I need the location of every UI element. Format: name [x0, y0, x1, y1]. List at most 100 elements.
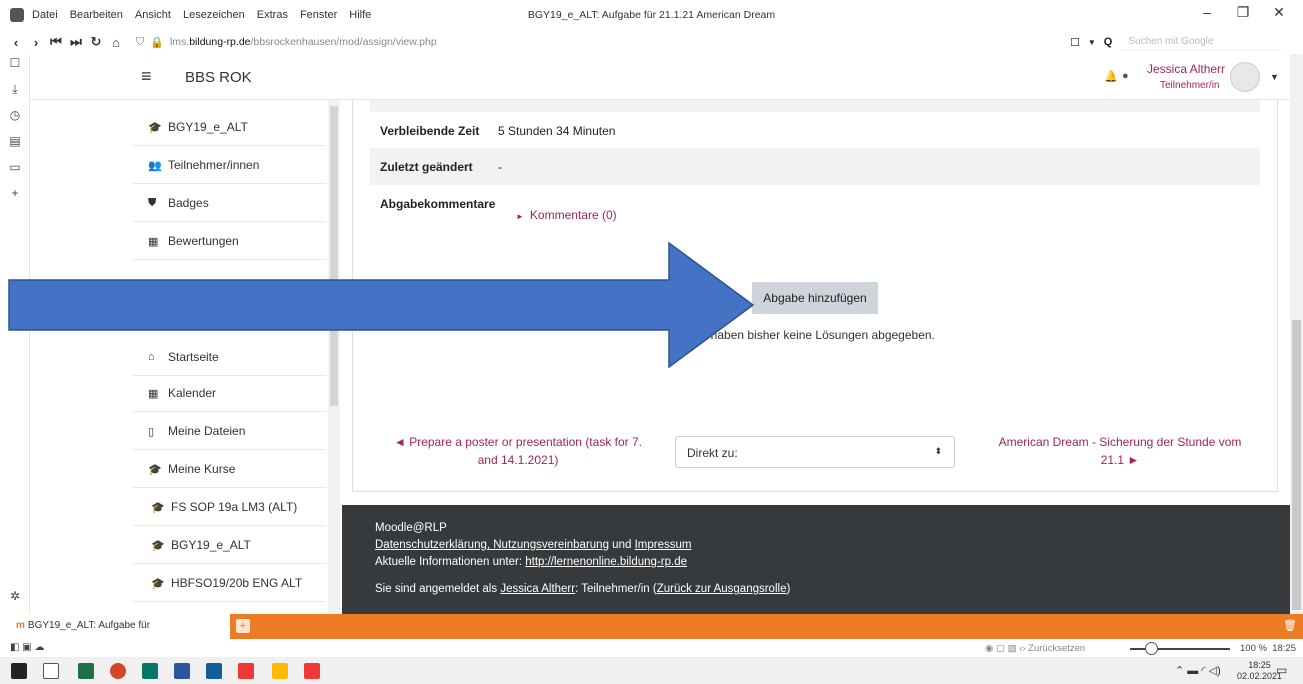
menu-extras[interactable]: Extras: [257, 9, 288, 21]
select-arrows-icon: ⬍: [934, 446, 942, 456]
excel-icon[interactable]: [78, 663, 94, 679]
notification-icon[interactable]: ▭: [1276, 663, 1287, 677]
next-activity-link[interactable]: American Dream - Sicherung der Stunde vo…: [980, 433, 1260, 469]
minimize-icon[interactable]: –: [1189, 4, 1225, 21]
tiling-icon[interactable]: ▢: [996, 643, 1005, 654]
comments-link[interactable]: ► Kommentare (0): [516, 208, 617, 222]
sidebar-item-label: Teilnehmer/innen: [168, 158, 260, 172]
zoom-slider-knob[interactable]: [1145, 642, 1158, 655]
mail-icon[interactable]: [206, 663, 222, 679]
url-path: /bbsrockenhausen/mod/assign/view.php: [250, 36, 437, 48]
prev-activity-link[interactable]: ◄ Prepare a poster or presentation (task…: [388, 433, 648, 469]
file-icon: ▯: [148, 425, 155, 438]
next-link-line1: American Dream - Sicherung der Stunde vo…: [998, 435, 1242, 449]
user-role: Teilnehmer/in: [1160, 80, 1220, 91]
menu-bearbeiten[interactable]: Bearbeiten: [70, 9, 123, 21]
code-icon[interactable]: ‹›: [1019, 643, 1025, 654]
remaining-time-value: 5 Stunden 34 Minuten: [498, 124, 616, 138]
add-submission-button[interactable]: Abgabe hinzufügen: [752, 282, 878, 314]
chat-icon[interactable]: ●: [1122, 70, 1129, 82]
chevron-down-icon[interactable]: ▼: [1270, 72, 1279, 82]
hamburger-icon[interactable]: ≡: [141, 66, 152, 87]
restore-icon[interactable]: ❐: [1225, 4, 1261, 21]
task-view-icon[interactable]: [43, 663, 59, 679]
info-link[interactable]: http://lernenonline.bildung-rp.de: [525, 556, 687, 568]
sidebar-item-my-courses[interactable]: 🎓 Meine Kurse: [133, 451, 326, 488]
zoom-reset-label[interactable]: Zurücksetzen: [1028, 643, 1085, 654]
settings-icon[interactable]: ✲: [0, 589, 30, 613]
sidebar-item-label: Meine Dateien: [168, 424, 246, 438]
graduation-cap-icon: 🎓: [148, 463, 162, 476]
sidebar-item-course[interactable]: 🎓 BGY19_e_ALT: [133, 109, 326, 146]
graduation-cap-icon: 🎓: [151, 501, 165, 514]
site-name[interactable]: BBS ROK: [185, 69, 252, 86]
sidebar-item-label: Badges: [168, 196, 209, 210]
publisher-icon[interactable]: [142, 663, 158, 679]
page-scrollbar-thumb[interactable]: [1292, 320, 1301, 610]
sidebar-item-course-bgy19[interactable]: 🎓 BGY19_e_ALT: [133, 527, 326, 564]
active-tab[interactable]: m BGY19_e_ALT: Aufgabe für: [0, 614, 230, 639]
vivaldi-icon-2[interactable]: [304, 663, 320, 679]
new-tab-icon[interactable]: +: [236, 619, 250, 633]
prev-link-line2: and 14.1.2021): [477, 453, 559, 467]
forward-icon[interactable]: ›: [26, 35, 46, 50]
sidebar-item-badges[interactable]: ⛊ Badges: [133, 185, 326, 222]
capture-icon[interactable]: ◉: [985, 643, 993, 654]
sidebar-item-course-fs-sop[interactable]: 🎓 FS SOP 19a LM3 (ALT): [133, 489, 326, 526]
address-bar[interactable]: ⛉ 🔒 lms. bildung-rp.de/bbsrockenhausen/mo…: [136, 36, 437, 49]
login-user-link[interactable]: Jessica Altherr: [500, 583, 575, 595]
bookmark-panel-icon[interactable]: ☐: [0, 56, 30, 80]
privacy-link[interactable]: Datenschutzerklärung, Nutzungsvereinbaru…: [375, 539, 609, 551]
navbar-right-tools: ☐ ▼ Q Suchen mit Google ▼ ◯: [1070, 33, 1303, 51]
powerpoint-icon[interactable]: [110, 663, 126, 679]
reload-icon[interactable]: ↻: [86, 34, 106, 50]
fast-forward-icon[interactable]: ⏭: [66, 34, 86, 50]
return-role-link[interactable]: Zurück zur Ausgangsrolle: [657, 583, 787, 595]
windows-start-icon[interactable]: [11, 663, 27, 679]
word-icon[interactable]: [174, 663, 190, 679]
login-role: : Teilnehmer/in (: [575, 583, 657, 595]
file-explorer-icon[interactable]: [272, 663, 288, 679]
trash-icon[interactable]: 🗑: [1283, 619, 1297, 632]
add-panel-icon[interactable]: +: [0, 186, 30, 210]
home-icon[interactable]: ⌂: [106, 35, 126, 50]
rewind-icon[interactable]: ⏮: [46, 34, 66, 50]
moodle-favicon-icon: m: [16, 620, 25, 631]
bookmark-icon[interactable]: ☐: [1070, 36, 1080, 49]
shield-icon: ⛉: [136, 35, 145, 48]
sidebar-item-calendar[interactable]: ▦ Kalender: [133, 375, 326, 412]
window-icon[interactable]: ▭: [0, 160, 30, 184]
jump-to-label: Direkt zu:: [687, 446, 738, 460]
bell-icon[interactable]: 🔔: [1104, 70, 1118, 83]
panel-toggle-icons[interactable]: ◧ ▣ ☁: [10, 642, 44, 653]
menu-datei[interactable]: Datei: [32, 9, 58, 21]
footer-and: und: [608, 539, 635, 551]
menu-ansicht[interactable]: Ansicht: [135, 9, 171, 21]
imprint-link[interactable]: Impressum: [635, 539, 692, 551]
browser-tabbar: m BGY19_e_ALT: Aufgabe für + 🗑: [0, 614, 1303, 639]
system-tray-icons[interactable]: ⌃ ▬ ◜ ◁): [1175, 664, 1221, 677]
back-icon[interactable]: ‹: [6, 35, 26, 50]
vivaldi-logo-icon[interactable]: [10, 8, 24, 22]
menu-hilfe[interactable]: Hilfe: [349, 9, 371, 21]
avatar[interactable]: [1230, 62, 1260, 92]
jump-to-select[interactable]: Direkt zu: ⬍: [675, 436, 955, 468]
sidebar-item-course-hbfso[interactable]: 🎓 HBFSO19/20b ENG ALT: [133, 565, 326, 602]
notes-icon[interactable]: ▤: [0, 134, 30, 158]
search-input[interactable]: Suchen mit Google: [1122, 33, 1283, 51]
sidebar-item-participants[interactable]: 👥 Teilnehmer/innen: [133, 147, 326, 184]
menu-lesezeichen[interactable]: Lesezeichen: [183, 9, 245, 21]
vivaldi-icon[interactable]: [238, 663, 254, 679]
user-name[interactable]: Jessica Altherr: [1147, 62, 1225, 76]
search-engine-icon[interactable]: Q: [1104, 36, 1113, 48]
sidebar-item-files[interactable]: ▯ Meine Dateien: [133, 413, 326, 450]
lock-icon: 🔒: [150, 36, 164, 49]
download-icon[interactable]: ⤓: [0, 82, 30, 106]
menu-fenster[interactable]: Fenster: [300, 9, 337, 21]
prev-link-line1: ◄ Prepare a poster or presentation (task…: [394, 435, 642, 449]
close-icon[interactable]: ✕: [1261, 4, 1297, 21]
chevron-down-icon[interactable]: ▼: [1088, 38, 1096, 47]
history-icon[interactable]: ◷: [0, 108, 30, 132]
blue-arrow-annotation: [8, 242, 755, 368]
images-icon[interactable]: ▨: [1008, 643, 1017, 654]
